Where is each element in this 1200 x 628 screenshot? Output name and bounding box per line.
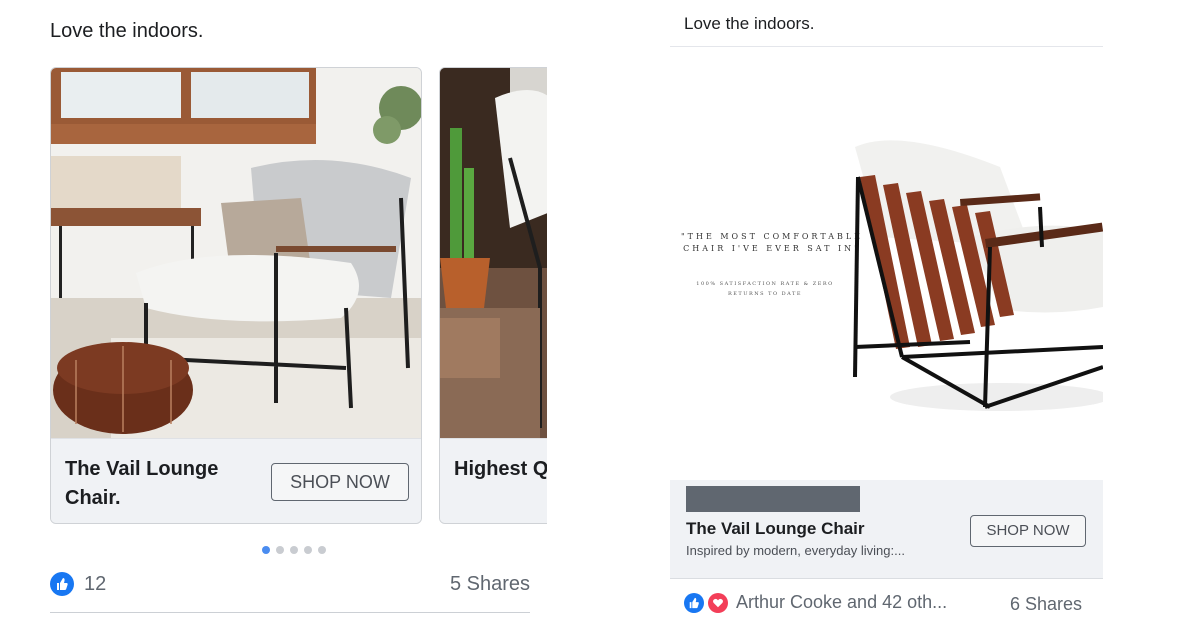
carousel-dot-active[interactable] xyxy=(262,546,270,554)
reaction-summary[interactable]: 12 xyxy=(50,572,106,596)
single-image-ad-post: Love the indoors. "THE MOST COMFORTABLE … xyxy=(670,0,1103,628)
lounge-chair-illustration xyxy=(853,140,1103,411)
redacted-domain xyxy=(686,486,860,512)
card-title: The Vail Lounge Chair. xyxy=(65,458,219,509)
carousel-indicator xyxy=(262,546,326,554)
carousel-card[interactable]: The Vail Lounge Chair. SHOP NOW xyxy=(50,67,422,524)
post-caption: Love the indoors. xyxy=(684,14,815,33)
chair-plant-photo xyxy=(440,68,547,438)
reaction-count: 12 xyxy=(84,572,107,595)
like-icon xyxy=(684,592,704,613)
ad-hero-image[interactable]: "THE MOST COMFORTABLE CHAIR I'VE EVER SA… xyxy=(670,47,1103,480)
carousel-dot[interactable] xyxy=(276,546,284,554)
carousel-dot[interactable] xyxy=(304,546,312,554)
carousel-viewport: The Vail Lounge Chair. SHOP NOW Highest … xyxy=(0,0,547,540)
shares-count[interactable]: 6 Shares xyxy=(1010,594,1082,615)
shop-now-button[interactable]: SHOP NOW xyxy=(271,463,409,501)
card-footer: Highest Quality Material. xyxy=(440,438,547,523)
card-footer: The Vail Lounge Chair. SHOP NOW xyxy=(51,438,421,523)
chair-living-room-photo xyxy=(51,68,421,438)
link-description: Inspired by modern, everyday living:... xyxy=(686,543,905,558)
carousel-dot[interactable] xyxy=(290,546,298,554)
link-preview[interactable]: The Vail Lounge Chair Inspired by modern… xyxy=(670,480,1103,579)
like-icon xyxy=(50,572,74,596)
carousel-ad-post: Love the indoors. The Vail Lounge Chair.… xyxy=(0,0,560,628)
divider xyxy=(50,612,530,613)
card-title: Highest Quality Material. xyxy=(454,458,547,480)
love-icon xyxy=(708,592,728,613)
carousel-card[interactable]: Highest Quality Material. xyxy=(439,67,547,524)
reaction-summary[interactable]: Arthur Cooke and 42 oth... xyxy=(684,592,947,613)
shop-now-button[interactable]: SHOP NOW xyxy=(970,515,1086,547)
shares-count[interactable]: 5 Shares xyxy=(450,573,530,596)
reaction-names: Arthur Cooke and 42 oth... xyxy=(736,592,948,612)
link-title[interactable]: The Vail Lounge Chair xyxy=(686,519,865,539)
carousel-dot[interactable] xyxy=(318,546,326,554)
